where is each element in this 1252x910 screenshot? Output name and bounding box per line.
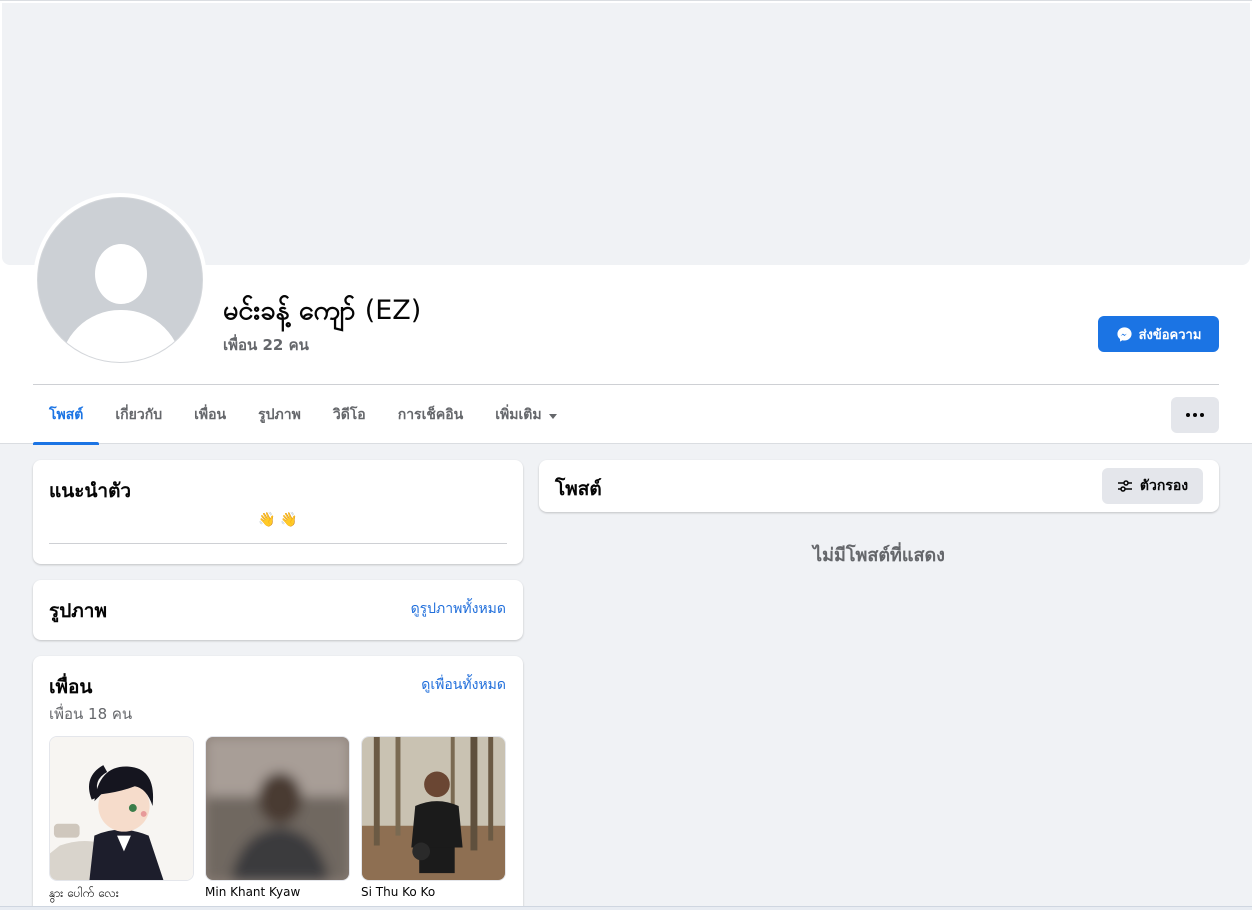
filter-label: ตัวกรอง	[1139, 478, 1189, 494]
default-avatar-icon	[37, 197, 203, 363]
tab-posts[interactable]: โพสต์	[33, 385, 100, 445]
friend-photo[interactable]	[205, 736, 350, 881]
filter-sliders-icon	[1117, 480, 1132, 492]
tab-videos[interactable]: วิดีโอ	[317, 385, 382, 445]
friend-tile[interactable]: နွား ပေါက် လေး	[49, 736, 194, 903]
tab-checkins[interactable]: การเช็คอิน	[382, 385, 480, 445]
tab-more-label: เพิ่มเติม	[495, 407, 542, 423]
see-all-friends-link[interactable]: ดูเพื่อนทั้งหมด	[421, 674, 506, 696]
photos-title: รูปภาพ	[49, 600, 107, 622]
friend-tile[interactable]: Si Thu Ko Ko	[361, 736, 506, 899]
intro-bio: 👋 👋	[258, 512, 298, 528]
ellipsis-icon	[1186, 413, 1190, 417]
posts-title: โพสต์	[555, 478, 602, 500]
cover-photo[interactable]	[2, 3, 1250, 265]
no-posts-message: ไม่มีโพสต์ที่แสดง	[813, 545, 945, 566]
caret-down-icon	[548, 413, 557, 419]
messenger-icon	[1116, 326, 1132, 342]
filter-button[interactable]: ตัวกรอง	[1102, 468, 1203, 504]
blurred-person-photo	[206, 737, 349, 880]
friends-count: เพื่อน 18 คน	[49, 705, 133, 723]
anime-avatar-image	[50, 737, 193, 880]
profile-header: မင်းခန့် ကျော် (EZ) เพื่อน 22 คน ส่งข้อค…	[0, 0, 1252, 445]
friend-count-link[interactable]: เพื่อน 22 คน	[223, 333, 309, 357]
send-message-label: ส่งข้อความ	[1138, 327, 1202, 343]
friend-name[interactable]: Min Khant Kyaw	[205, 885, 350, 899]
tab-more[interactable]: เพิ่มเติม	[479, 385, 572, 445]
friend-photo[interactable]	[49, 736, 194, 881]
profile-picture[interactable]	[33, 193, 207, 367]
forest-person-photo	[362, 737, 505, 880]
friends-title: เพื่อน	[49, 676, 93, 698]
tab-photos[interactable]: รูปภาพ	[242, 385, 317, 445]
intro-divider	[49, 543, 507, 544]
profile-name: မင်းခန့် ကျော် (EZ)	[223, 293, 421, 333]
friends-card: เพื่อน ดูเพื่อนทั้งหมด เพื่อน 18 คน နွား…	[33, 656, 523, 910]
see-all-photos-link[interactable]: ดูรูปภาพทั้งหมด	[411, 598, 506, 620]
profile-tabs: โพสต์ เกี่ยวกับ เพื่อน รูปภาพ วิดีโอ การ…	[33, 385, 573, 445]
tab-about[interactable]: เกี่ยวกับ	[99, 385, 178, 445]
bottom-edge	[0, 906, 1252, 910]
send-message-button[interactable]: ส่งข้อความ	[1098, 316, 1219, 352]
friend-name[interactable]: Si Thu Ko Ko	[361, 885, 506, 899]
profile-name-text: မင်းခန့် ကျော်	[223, 295, 356, 326]
friend-name[interactable]: နွား ပေါက် လေး	[49, 885, 194, 903]
intro-card: แนะนำตัว 👋 👋	[33, 460, 523, 564]
tab-friends[interactable]: เพื่อน	[178, 385, 242, 445]
intro-title: แนะนำตัว	[49, 480, 132, 502]
friend-photo[interactable]	[361, 736, 506, 881]
photos-card: รูปภาพ ดูรูปภาพทั้งหมด	[33, 580, 523, 640]
posts-card: โพสต์ ตัวกรอง	[539, 460, 1219, 512]
friend-tile[interactable]: Min Khant Kyaw	[205, 736, 350, 899]
profile-alt-name: (EZ)	[364, 295, 422, 326]
more-options-button[interactable]	[1171, 397, 1219, 433]
